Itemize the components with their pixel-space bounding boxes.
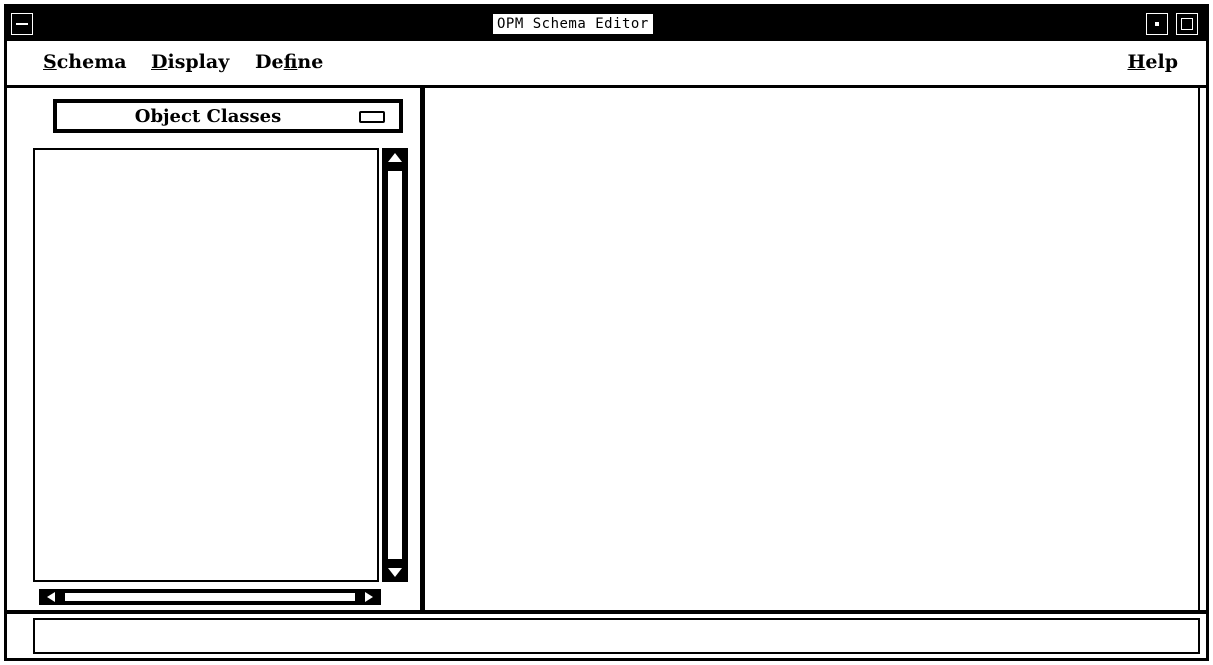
menu-help-label: elp	[1145, 51, 1178, 73]
arrow-right-icon[interactable]	[365, 592, 373, 602]
schema-canvas[interactable]	[425, 88, 1200, 610]
object-classes-label: Object Classes	[134, 106, 282, 127]
menu-help-mnemonic: H	[1127, 51, 1146, 73]
object-classes-option-button[interactable]: Object Classes	[53, 99, 403, 133]
menu-schema-label: chema	[56, 51, 127, 73]
system-menu-icon[interactable]	[11, 13, 33, 35]
horizontal-scrollbar[interactable]	[39, 589, 381, 605]
status-divider	[7, 610, 1206, 614]
menu-define-label: ine	[297, 51, 324, 73]
arrow-left-icon[interactable]	[47, 592, 55, 602]
menu-define-mnemonic: f	[283, 51, 298, 73]
menu-define-prefix: De	[255, 51, 284, 73]
arrow-up-icon[interactable]	[388, 153, 402, 162]
horizontal-scroll-trough[interactable]	[65, 593, 355, 601]
vertical-scroll-trough[interactable]	[387, 170, 403, 560]
menu-display-mnemonic: D	[151, 51, 168, 73]
menu-bar: Schema Display Define Help	[7, 41, 1206, 88]
minimize-icon[interactable]	[1146, 13, 1168, 35]
menu-define[interactable]: Define	[255, 51, 323, 73]
title-bar[interactable]: OPM Schema Editor	[7, 7, 1206, 41]
object-classes-pane: Object Classes	[7, 88, 425, 614]
menu-display[interactable]: Display	[151, 51, 229, 73]
menu-schema[interactable]: Schema	[43, 51, 127, 73]
app-window: OPM Schema Editor Schema Display Define …	[4, 4, 1209, 661]
maximize-icon[interactable]	[1176, 13, 1198, 35]
window-title: OPM Schema Editor	[493, 14, 653, 34]
toggle-indicator-icon	[359, 111, 385, 123]
status-bar	[33, 618, 1200, 654]
menu-schema-mnemonic: S	[43, 51, 57, 73]
menu-help[interactable]: Help	[1127, 51, 1178, 73]
arrow-down-icon[interactable]	[388, 568, 402, 577]
vertical-scrollbar[interactable]	[382, 148, 408, 582]
menu-display-label: isplay	[167, 51, 230, 73]
object-classes-list[interactable]	[33, 148, 379, 582]
